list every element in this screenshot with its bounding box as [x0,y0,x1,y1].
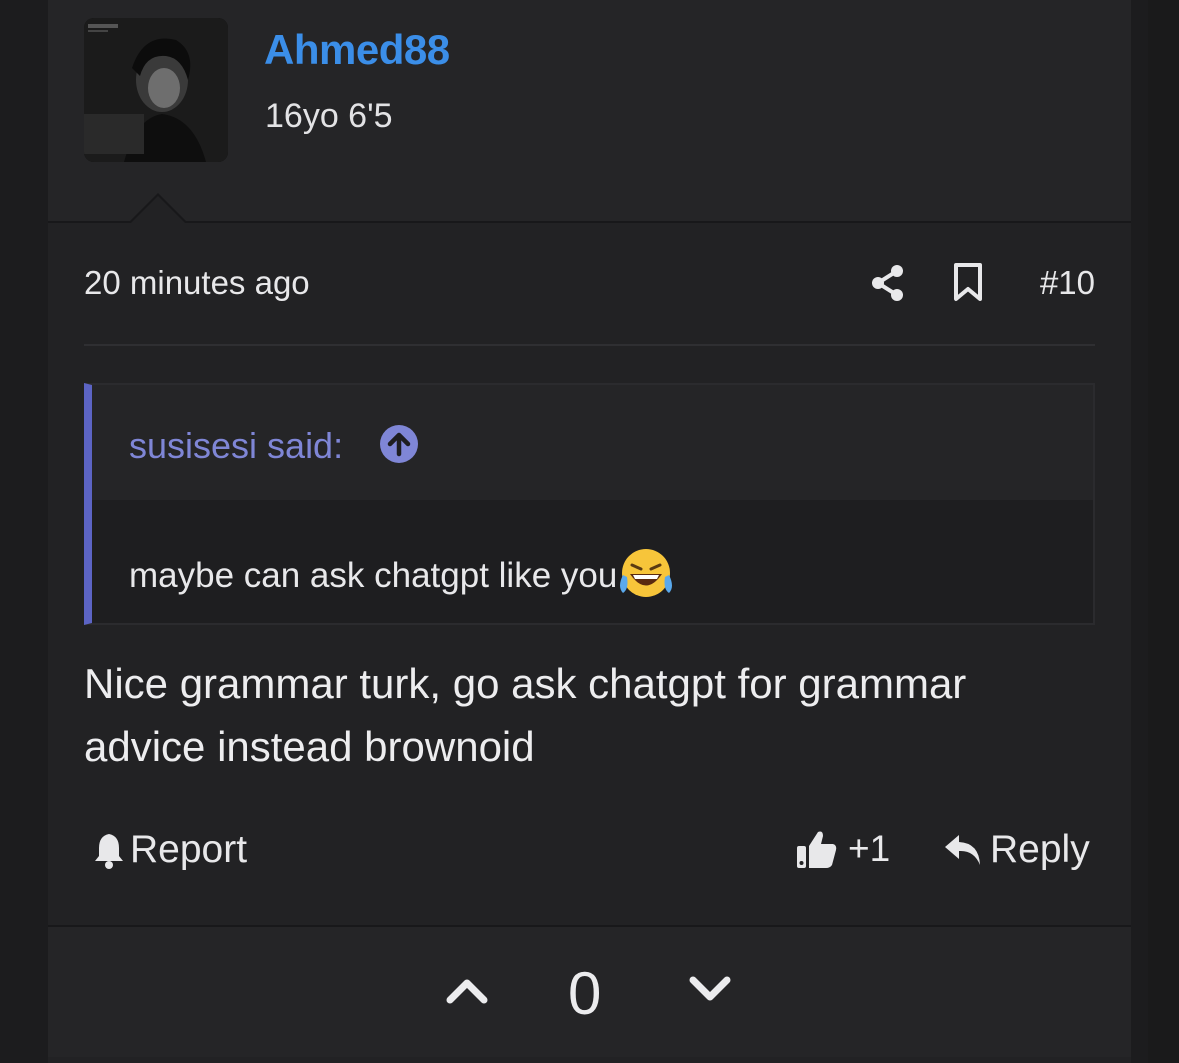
divider [84,344,1095,346]
chevron-down-icon[interactable] [688,975,732,1005]
laughing-tears-emoji [620,549,673,597]
report-button[interactable]: Report [92,828,247,872]
quote-text: maybe can ask chatgpt like you [129,547,675,599]
bookmark-icon[interactable] [953,262,983,302]
reply-button[interactable]: Reply [944,828,1090,872]
quote-block: susisesi said: maybe can ask chatgpt lik… [84,383,1095,625]
thumbs-up-icon [797,831,837,868]
post-timestamp[interactable]: 20 minutes ago [84,264,310,302]
user-header: Ahmed88 16yo 6'5 [48,0,1131,223]
username-link[interactable]: Ahmed88 [264,26,450,74]
chevron-up-icon[interactable] [445,975,489,1005]
avatar[interactable] [84,18,228,162]
post-meta: 20 minutes ago #10 [84,258,1095,312]
page: Ahmed88 16yo 6'5 20 minutes ago #10 susi… [0,0,1179,1063]
like-button[interactable]: +1 [796,828,890,870]
quote-header: susisesi said: [92,385,1093,500]
arrow-up-circle-icon[interactable] [380,425,418,463]
bell-icon [95,834,123,869]
quote-text-content: maybe can ask chatgpt like you [129,556,618,595]
like-count: +1 [848,828,891,869]
reply-icon [945,835,980,865]
quote-author[interactable]: susisesi said: [129,425,343,467]
vote-score: 0 [568,960,602,1027]
page-edge [1148,0,1179,1063]
user-title: 16yo 6'5 [265,97,393,135]
vote-bar: 0 [48,925,1131,1057]
post-message: Nice grammar turk, go ask chatgpt for gr… [84,660,967,770]
post-number-link[interactable]: #10 [1040,264,1095,302]
header-caret [128,193,188,224]
reply-label: Reply [990,828,1090,871]
report-label: Report [130,828,248,871]
post-actions: Report +1 Reply [84,826,1095,878]
share-icon[interactable] [871,264,905,302]
